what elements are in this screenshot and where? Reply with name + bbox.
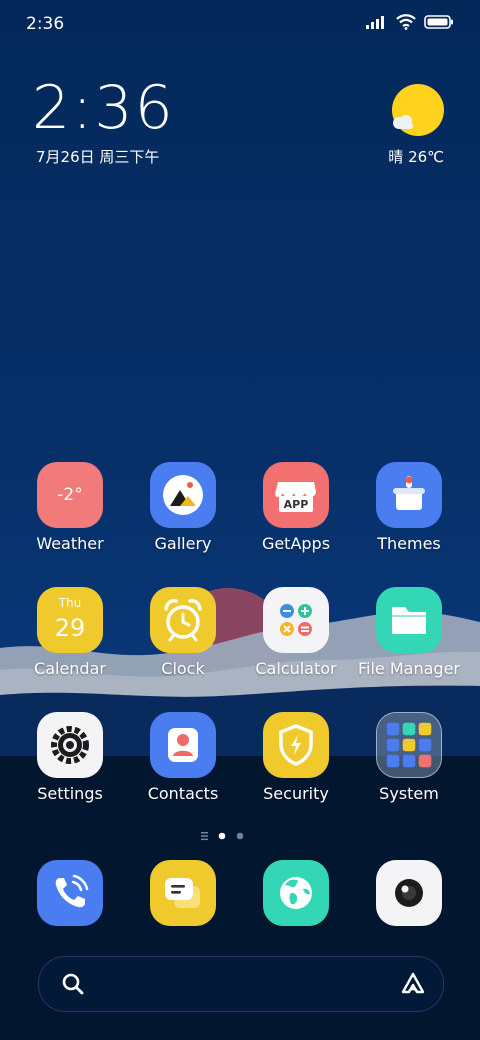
page-dot-active [218, 832, 226, 840]
gear-icon [37, 712, 103, 778]
app-file-manager[interactable]: File Manager [354, 587, 464, 678]
app-clock[interactable]: Clock [128, 587, 238, 678]
app-getapps[interactable]: APP GetApps [241, 462, 351, 553]
app-label: Themes [377, 534, 441, 553]
search-bar[interactable] [38, 956, 444, 1012]
contacts-icon [150, 712, 216, 778]
gallery-icon [150, 462, 216, 528]
app-label: Security [263, 784, 329, 803]
calendar-day: Thu [58, 596, 82, 610]
folder-icon [376, 587, 442, 653]
status-bar: 2:36 [0, 0, 480, 50]
messages-icon[interactable] [150, 860, 216, 926]
app-label: System [379, 784, 439, 803]
camera-icon[interactable] [376, 860, 442, 926]
app-label: Calculator [255, 659, 337, 678]
signal-icon [366, 16, 384, 29]
app-gallery[interactable]: Gallery [128, 462, 238, 553]
app-themes[interactable]: Themes [354, 462, 464, 553]
browser-icon[interactable] [263, 860, 329, 926]
weather-badge: -2° [57, 485, 83, 505]
widget-weather[interactable]: 晴 26℃ [388, 146, 444, 167]
app-label: Settings [37, 784, 103, 803]
folder-grid-icon [376, 712, 442, 778]
getapps-badge: APP [283, 498, 309, 511]
app-label: Calendar [34, 659, 106, 678]
app-label: GetApps [261, 534, 331, 553]
app-label: File Manager [358, 659, 460, 678]
wifi-icon [396, 14, 416, 30]
widget-date[interactable]: 7月26日 周三下午 [36, 146, 159, 167]
phone-icon[interactable] [37, 860, 103, 926]
battery-icon [424, 15, 453, 29]
search-icon [62, 973, 84, 995]
status-icons [366, 14, 454, 30]
page-indicator[interactable] [200, 829, 260, 843]
app-label: Weather [36, 534, 104, 553]
getapps-icon: APP [263, 462, 329, 528]
app-label: Gallery [154, 534, 212, 553]
assistant-icon[interactable] [399, 970, 427, 998]
app-label: Contacts [147, 784, 219, 803]
clock-icon [150, 587, 216, 653]
status-time: 2:36 [26, 14, 65, 34]
app-system-folder[interactable]: System [354, 712, 464, 803]
calendar-date: 29 [54, 614, 86, 642]
app-calculator[interactable]: Calculator [241, 587, 351, 678]
app-label: Clock [161, 659, 205, 678]
widget-clock-time[interactable]: 2:36 [32, 76, 175, 140]
cloud-icon [393, 115, 413, 129]
weather-icon: -2° [37, 462, 103, 528]
shield-icon [263, 712, 329, 778]
calendar-icon: Thu 29 [37, 587, 103, 653]
app-contacts[interactable]: Contacts [128, 712, 238, 803]
themes-icon [376, 462, 442, 528]
app-security[interactable]: Security [241, 712, 351, 803]
calculator-icon [263, 587, 329, 653]
app-settings[interactable]: Settings [15, 712, 125, 803]
app-weather[interactable]: -2° Weather [15, 462, 125, 553]
app-calendar[interactable]: Thu 29 Calendar [15, 587, 125, 678]
menu-lines-icon [201, 832, 208, 834]
page-dot [236, 832, 244, 840]
